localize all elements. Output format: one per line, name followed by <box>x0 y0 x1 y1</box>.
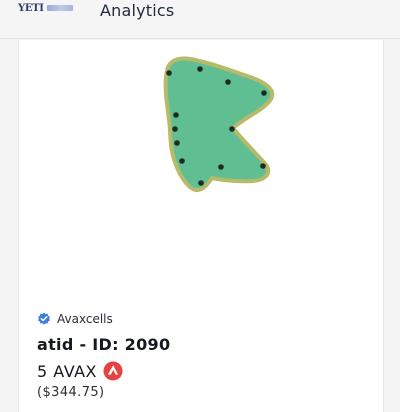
price-value: 5 AVAX <box>37 361 98 381</box>
price-row: 5 AVAX <box>37 361 123 381</box>
cell-blob <box>163 56 275 192</box>
price-usd: ($344.75) <box>37 385 105 400</box>
cell-dot <box>173 112 179 118</box>
logo-mark <box>46 5 73 11</box>
avalanche-logo-icon <box>103 361 123 381</box>
cell-dot <box>225 79 231 85</box>
cell-dot <box>174 140 180 146</box>
nft-artwork <box>163 56 275 192</box>
nft-title: atid - ID: 2090 <box>37 335 171 354</box>
cell-dot <box>197 66 203 72</box>
page-title: Analytics <box>100 1 175 20</box>
nft-card[interactable]: Avaxcells atid - ID: 2090 5 AVAX ($344.7… <box>18 40 384 412</box>
logo-text: YETI <box>18 2 44 14</box>
cell-dot <box>198 180 204 186</box>
collection-row[interactable]: Avaxcells <box>37 312 113 326</box>
cell-dot <box>179 158 185 164</box>
cell-dot <box>166 70 172 76</box>
cell-dot <box>172 126 178 132</box>
cell-dot <box>261 90 267 96</box>
cell-dot <box>229 126 235 132</box>
yeti-logo[interactable]: YETI <box>18 2 73 14</box>
cell-dot <box>260 163 266 169</box>
verified-check-icon <box>38 312 50 325</box>
collection-name[interactable]: Avaxcells <box>57 312 113 326</box>
cell-dot <box>218 164 224 170</box>
top-bar: YETI Analytics <box>0 0 400 39</box>
